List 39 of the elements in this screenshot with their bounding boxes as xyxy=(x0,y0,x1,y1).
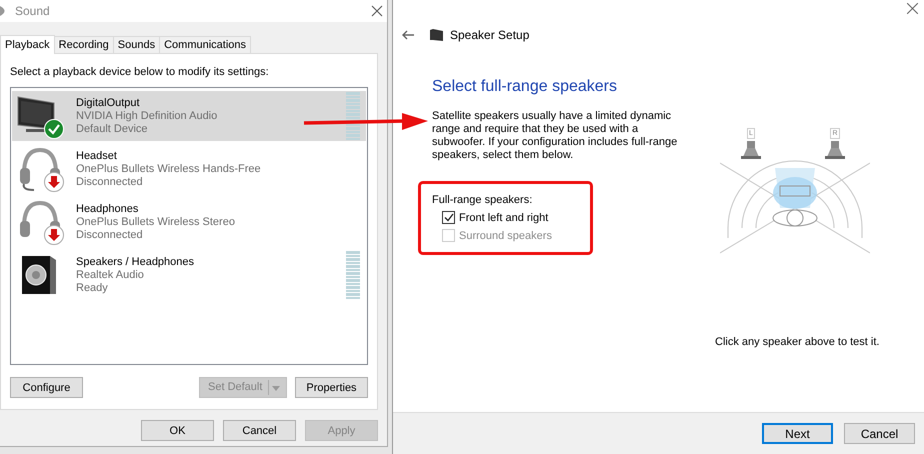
device-row[interactable]: Speakers / Headphones Realtek Audio Ready xyxy=(12,250,366,300)
instruction-text: Select a playback device below to modify its settings: xyxy=(10,66,270,78)
dialog-button[interactable]: Cancel xyxy=(223,420,296,441)
device-status: Disconnected xyxy=(76,228,144,242)
checkbox[interactable] xyxy=(442,211,455,224)
device-status: Ready xyxy=(76,282,109,294)
device-name: Headphones xyxy=(76,202,140,216)
level-meter xyxy=(346,251,360,299)
tab[interactable]: Communications xyxy=(159,36,252,53)
page-heading: Select full-range speakers xyxy=(432,78,618,96)
dialog-button[interactable]: Next xyxy=(762,423,833,444)
action-button[interactable]: Properties xyxy=(295,377,368,398)
description-text: Satellite speakers usually have a limited dynamic range and require that they be used with a subwoofer. If your configuration includes full-range speakers, select them below. xyxy=(432,110,678,162)
hint-text: Click any speaker above to test it. xyxy=(715,336,880,348)
window-title: Sound xyxy=(15,4,50,18)
dialog-button[interactable]: Cancel xyxy=(844,423,915,444)
device-name: DigitalOutput xyxy=(76,96,141,110)
device-name: Headset xyxy=(76,150,118,162)
device-row[interactable]: DigitalOutput NVIDIA High Definition Audio Default Device xyxy=(12,91,366,141)
group-label: Full-range speakers: xyxy=(432,194,534,206)
dialog-button[interactable]: OK xyxy=(141,420,214,441)
window-title: Speaker Setup xyxy=(450,28,530,42)
checkbox-option[interactable]: Front left and right xyxy=(432,211,579,224)
device-name: Speakers / Headphones xyxy=(76,256,196,268)
back-arrow-icon[interactable] xyxy=(402,30,414,40)
device-driver: OnePlus Bullets Wireless Hands-Free xyxy=(76,162,262,176)
action-button[interactable]: Configure xyxy=(10,377,83,398)
close-icon[interactable] xyxy=(371,5,383,17)
device-driver: NVIDIA High Definition Audio xyxy=(76,110,218,122)
device-row[interactable]: Headset OnePlus Bullets Wireless Hands-Free Disconnected xyxy=(12,144,366,194)
close-icon[interactable] xyxy=(907,3,918,14)
device-row[interactable]: Headphones OnePlus Bullets Wireless Stereo Disconnected xyxy=(12,197,366,247)
device-driver: OnePlus Bullets Wireless Stereo xyxy=(76,216,236,228)
tab[interactable]: Recording xyxy=(54,36,114,53)
device-driver: Realtek Audio xyxy=(76,268,145,282)
device-status: Disconnected xyxy=(76,176,144,188)
tab[interactable]: Playback xyxy=(0,35,55,54)
device-status: Default Device xyxy=(76,122,149,136)
level-meter xyxy=(346,92,360,140)
